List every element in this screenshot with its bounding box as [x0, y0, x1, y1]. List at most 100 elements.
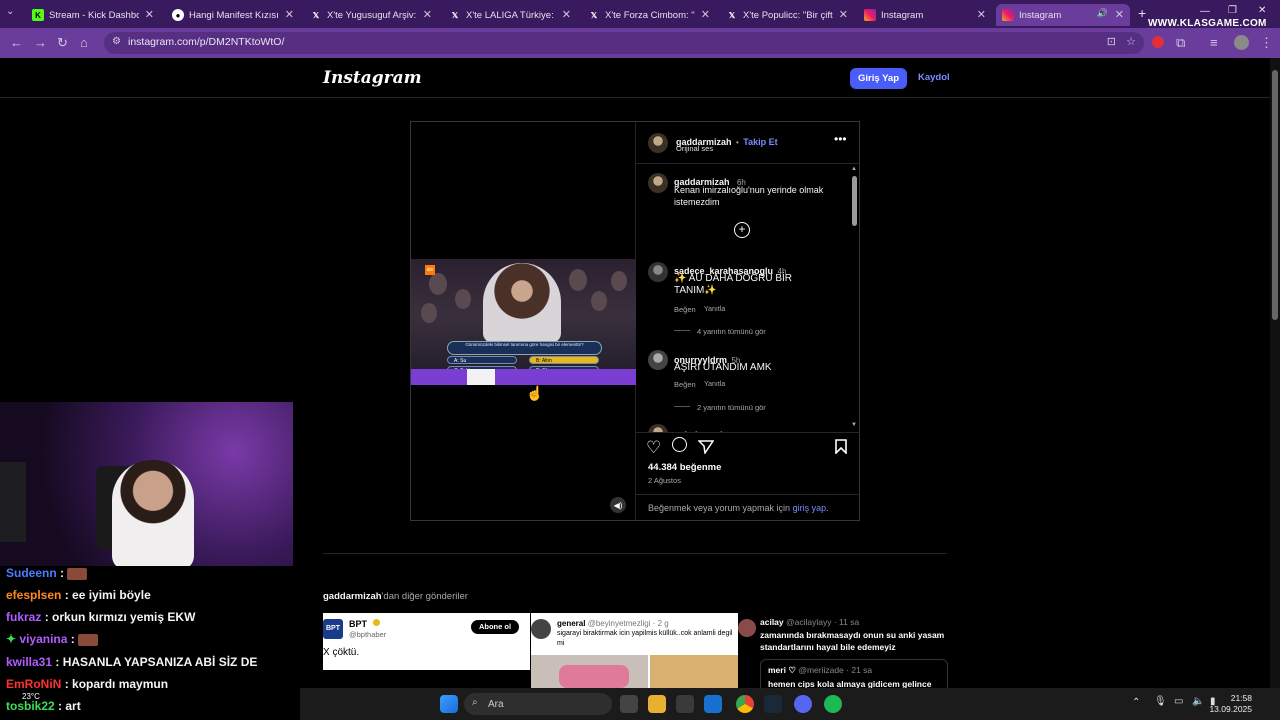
site-info-icon[interactable]: ⚙	[112, 36, 121, 47]
tab-manifest[interactable]: ● Hangi Manifest Kızısın? - ✕	[166, 4, 300, 26]
load-more-icon[interactable]: +	[734, 222, 750, 238]
post-thumbnail-1[interactable]: BPT BPT @bpthaber Abone ol X çöktü.	[323, 613, 530, 688]
post-thumbnail-2[interactable]: general @beyinyetmezligi · 2 g sigarayi …	[531, 613, 738, 688]
install-app-icon[interactable]: ⊡	[1107, 35, 1116, 48]
outlook-icon[interactable]	[704, 695, 722, 713]
extensions-puzzle-icon[interactable]: ⧉	[1176, 35, 1185, 51]
tab-x-populicc[interactable]: 𝕏 X'te Populicc: "Bir çift, dü ✕	[720, 4, 854, 26]
view-replies-link[interactable]: 2 yanıtın tümünü gör	[697, 403, 766, 412]
tab-label: Hangi Manifest Kızısın? -	[189, 9, 279, 21]
browser-menu-icon[interactable]: ⋮	[1260, 35, 1273, 51]
comments-list[interactable]: gaddarmizah 6h Kenan imirzalıoğlu'nun ye…	[636, 164, 860, 432]
microphone-icon[interactable]: 🎙	[1154, 696, 1167, 707]
chrome-icon[interactable]	[736, 695, 754, 713]
extension-red-icon[interactable]	[1152, 36, 1164, 48]
tab-search-chevron-icon[interactable]: ⌄	[6, 6, 14, 17]
reload-icon[interactable]: ↻	[57, 35, 68, 51]
comment-bubble-icon[interactable]	[672, 437, 687, 452]
comments-scrollbar[interactable]: ▲ ▼	[851, 166, 857, 430]
chat-username: kwilla31	[6, 655, 53, 669]
instagram-logo[interactable]: Instagram	[323, 68, 422, 88]
steam-icon[interactable]	[764, 695, 782, 713]
system-clock[interactable]: 21:58 13.09.2025	[1209, 693, 1252, 715]
volume-tray-icon[interactable]: 🔈	[1192, 696, 1204, 707]
github-icon: ●	[172, 9, 184, 21]
share-send-icon[interactable]	[698, 439, 714, 454]
login-link[interactable]: giriş yap	[793, 503, 827, 513]
more-posts-title-text: 'dan diğer gönderiler	[381, 591, 468, 602]
task-view-icon[interactable]	[620, 695, 638, 713]
tab-instagram-active[interactable]: Instagram 🔊 ✕	[996, 4, 1130, 26]
tab-x-laliga[interactable]: 𝕏 X'te LALIGA Türkiye: "ARD ✕	[443, 4, 577, 26]
close-icon[interactable]: ✕	[977, 8, 986, 21]
close-icon[interactable]: ✕	[423, 8, 432, 21]
close-icon[interactable]: ✕	[145, 8, 154, 21]
video-player[interactable]: atv Günümüzdeki bilimsel tanımına göre h…	[411, 122, 636, 520]
speaker-icon[interactable]: 🔊	[1097, 8, 1108, 19]
store-icon[interactable]	[676, 695, 694, 713]
windows-taskbar: ⌕ Ara ⌃ 🎙 ▭ 🔈 ▮ 21:58 13.09.2025	[300, 688, 1280, 720]
close-icon[interactable]: ✕	[839, 8, 848, 21]
caption-avatar[interactable]	[648, 173, 668, 193]
reply-link[interactable]: Yanıtla	[704, 306, 725, 313]
network-icon[interactable]: ▭	[1174, 696, 1183, 707]
media-control-icon[interactable]: ≡	[1210, 35, 1218, 50]
thumb1-name: BPT	[349, 619, 367, 629]
tray-chevron-icon[interactable]: ⌃	[1132, 697, 1140, 708]
tab-label: Instagram	[1019, 9, 1062, 21]
chat-username: efesplsen	[6, 588, 62, 602]
tab-kick-dashboard[interactable]: K Stream - Kick Dashboard ✕	[26, 4, 160, 26]
view-replies-link[interactable]: 4 yanıtın tümünü gör	[697, 327, 766, 336]
tab-label: Instagram	[881, 9, 924, 21]
tab-label: X'te Yugusuguf Arşiv: "erb	[327, 9, 417, 21]
window-close-icon[interactable]: ✕	[1258, 5, 1266, 16]
windows-start-icon[interactable]	[440, 695, 458, 713]
audio-label[interactable]: Orijinal ses	[676, 144, 713, 153]
close-icon[interactable]: ✕	[701, 8, 710, 21]
taskbar-search[interactable]: ⌕ Ara	[464, 693, 612, 715]
bookmark-star-icon[interactable]: ☆	[1126, 35, 1136, 48]
save-bookmark-icon[interactable]	[834, 439, 848, 454]
chat-message: fukraz : orkun kırmızı yemiş EKW	[6, 610, 195, 624]
profile-avatar[interactable]	[1234, 35, 1249, 50]
post-thumbnail-3[interactable]: acilay @acilaylayy · 11 sa zamanında bır…	[738, 613, 948, 688]
more-posts-username[interactable]: gaddarmizah	[323, 591, 382, 602]
spotify-icon[interactable]	[824, 695, 842, 713]
close-icon[interactable]: ✕	[1115, 8, 1124, 21]
comment-avatar[interactable]	[648, 350, 668, 370]
x-icon: 𝕏	[728, 10, 736, 20]
page-scrollbar-thumb[interactable]	[1272, 70, 1278, 320]
tab-x-forza-cimbom[interactable]: 𝕏 X'te Forza Cimbom: "😊 W ✕	[582, 4, 716, 26]
chat-username: tosbik22	[6, 699, 55, 713]
back-icon[interactable]: ←	[10, 35, 23, 50]
like-comment-link[interactable]: Beğen	[674, 380, 696, 389]
minimize-icon[interactable]: —	[1200, 6, 1210, 17]
file-explorer-icon[interactable]	[648, 695, 666, 713]
like-comment-link[interactable]: Beğen	[674, 305, 696, 314]
tab-instagram-1[interactable]: Instagram ✕	[858, 4, 992, 26]
signup-link[interactable]: Kaydol	[918, 72, 950, 83]
login-button[interactable]: Giriş Yap	[850, 68, 907, 89]
volume-icon[interactable]: ◀)	[610, 497, 626, 513]
likes-count[interactable]: 44.384 beğenme	[648, 462, 721, 473]
page-scrollbar[interactable]	[1270, 58, 1280, 688]
comment-avatar[interactable]	[648, 262, 668, 282]
close-icon[interactable]: ✕	[285, 8, 294, 21]
comment-avatar[interactable]	[648, 424, 668, 432]
forward-icon[interactable]: →	[34, 35, 47, 50]
like-heart-icon[interactable]: ♡	[646, 438, 661, 458]
tab-x-yugusuguf[interactable]: 𝕏 X'te Yugusuguf Arşiv: "erb ✕	[304, 4, 438, 26]
tab-label: X'te LALIGA Türkiye: "ARD	[466, 9, 556, 21]
follow-button[interactable]: Takip Et	[743, 137, 777, 147]
home-icon[interactable]: ⌂	[80, 35, 88, 50]
maximize-icon[interactable]: ❐	[1228, 5, 1237, 16]
author-avatar[interactable]	[648, 133, 668, 153]
address-bar[interactable]: ⚙ instagram.com/p/DM2NTKtoWtO/ ⊡ ☆	[104, 32, 1144, 54]
reply-link[interactable]: Yanıtla	[704, 381, 725, 388]
discord-icon[interactable]	[794, 695, 812, 713]
weather-temp[interactable]: 23°C	[22, 692, 40, 701]
new-tab-button[interactable]: +	[1138, 5, 1146, 21]
more-options-icon[interactable]: •••	[834, 132, 847, 146]
close-icon[interactable]: ✕	[562, 8, 571, 21]
more-posts-title: gaddarmizah'dan diğer gönderiler	[323, 591, 468, 602]
